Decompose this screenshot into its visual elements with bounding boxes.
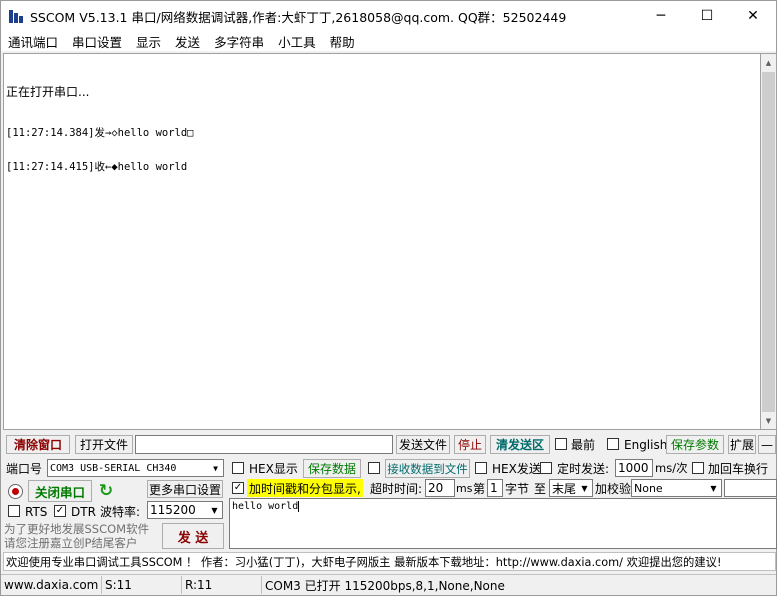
- timeout-input[interactable]: 20: [425, 479, 455, 497]
- port-select[interactable]: COM3 USB-SERIAL CH340 ▼: [47, 459, 224, 477]
- timestamp-label: 加时间戳和分包显示,: [247, 479, 363, 497]
- maximize-button[interactable]: ☐: [684, 1, 730, 31]
- menu-multi-string[interactable]: 多字符串: [207, 32, 271, 51]
- collapse-button[interactable]: —: [758, 435, 776, 454]
- scroll-thumb[interactable]: [762, 72, 775, 412]
- status-port: COM3 已打开 115200bps,8,1,None,None: [265, 578, 505, 593]
- send-button[interactable]: 发 送: [162, 523, 224, 549]
- recv-to-file-checkbox[interactable]: [368, 462, 380, 474]
- receive-scrollbar[interactable]: ▲ ▼: [760, 53, 777, 430]
- baud-select-value: 115200: [150, 503, 196, 517]
- timeout-label: 超时时间:: [370, 481, 423, 496]
- hex-display-checkbox[interactable]: [232, 462, 244, 474]
- more-settings-button[interactable]: 更多串口设置: [147, 480, 223, 498]
- port-select-value: COM3 USB-SERIAL CH340: [50, 462, 177, 474]
- interval-unit: ms/次: [655, 461, 688, 475]
- hex-send-label: HEX发送: [492, 461, 541, 476]
- scroll-up-icon[interactable]: ▲: [761, 54, 776, 71]
- receive-status: 正在打开串口...: [6, 85, 90, 99]
- receive-area[interactable]: 正在打开串口... [11:27:14.384]发→◇hello world□ …: [3, 53, 760, 430]
- chevron-down-icon[interactable]: ▼: [706, 480, 721, 496]
- send-file-button[interactable]: 发送文件: [396, 435, 450, 454]
- hex-send-checkbox[interactable]: [475, 462, 487, 474]
- menu-tools[interactable]: 小工具: [271, 32, 323, 51]
- menu-bar: 通讯端口 串口设置 显示 发送 多字符串 小工具 帮助: [1, 31, 776, 51]
- recv-to-file-button[interactable]: 接收数据到文件: [385, 459, 470, 478]
- end-select[interactable]: 末尾 ▼: [549, 479, 593, 497]
- stop-button[interactable]: 停止: [454, 435, 486, 454]
- hex-display-label: HEX显示: [249, 461, 298, 476]
- end-select-value: 末尾: [552, 481, 577, 496]
- checksum-select[interactable]: None ▼: [631, 479, 722, 497]
- save-data-button[interactable]: 保存数据: [303, 459, 361, 478]
- info-banner-text: 欢迎使用专业串口调试工具SSCOM ！ 作者：习小猛(丁丁)，大虾电子网版主 最…: [6, 555, 722, 569]
- receive-line: [11:27:14.384]发→◇hello world□: [6, 126, 194, 139]
- close-button[interactable]: ✕: [730, 1, 776, 31]
- menu-port[interactable]: 通讯端口: [1, 32, 65, 51]
- english-checkbox[interactable]: [607, 438, 619, 450]
- save-params-button[interactable]: 保存参数: [666, 435, 724, 454]
- clear-window-button[interactable]: 清除窗口: [6, 435, 70, 454]
- refresh-icon[interactable]: ↻: [97, 481, 115, 501]
- port-status-icon: [8, 484, 23, 499]
- timed-send-checkbox[interactable]: [540, 462, 552, 474]
- file-path-input[interactable]: [135, 435, 393, 454]
- close-port-button[interactable]: 关闭串口: [28, 480, 92, 502]
- baud-label: 波特率:: [100, 505, 141, 519]
- status-site[interactable]: www.daxia.com: [1, 576, 102, 594]
- byte-label: 字节: [505, 481, 530, 496]
- menu-help[interactable]: 帮助: [323, 32, 362, 51]
- dtr-checkbox[interactable]: ✓: [54, 505, 66, 517]
- expand-button[interactable]: 扩展: [728, 435, 756, 454]
- scroll-down-icon[interactable]: ▼: [761, 412, 776, 429]
- topmost-checkbox[interactable]: [555, 438, 567, 450]
- timestamp-checkbox[interactable]: ✓: [232, 482, 244, 494]
- status-received: R:11: [182, 576, 262, 594]
- timed-send-label: 定时发送:: [557, 461, 610, 476]
- minimize-button[interactable]: ─: [638, 1, 684, 31]
- topmost-label: 最前: [571, 438, 596, 452]
- interval-input[interactable]: 1000: [615, 459, 653, 477]
- rts-label: RTS: [25, 504, 48, 519]
- english-label: English: [624, 437, 668, 452]
- window-title: SSCOM V5.13.1 串口/网络数据调试器,作者:大虾丁丁,2618058…: [30, 9, 567, 25]
- to-label: 至: [534, 481, 547, 496]
- nth-input[interactable]: 1: [487, 479, 503, 497]
- open-file-button[interactable]: 打开文件: [75, 435, 133, 454]
- app-icon: [8, 8, 24, 24]
- nth-label: 第: [473, 481, 486, 496]
- timeout-unit: ms: [456, 481, 473, 495]
- promo-line-2: 请您注册嘉立创P结尾客户: [4, 536, 138, 550]
- send-textarea[interactable]: hello world: [229, 498, 777, 549]
- rts-checkbox[interactable]: [8, 505, 20, 517]
- menu-display[interactable]: 显示: [129, 32, 168, 51]
- title-bar: SSCOM V5.13.1 串口/网络数据调试器,作者:大虾丁丁,2618058…: [1, 1, 776, 31]
- status-bar: www.daxia.com S:11 R:11 COM3 已打开 115200b…: [1, 574, 776, 595]
- add-crlf-label: 加回车换行: [708, 461, 769, 476]
- chevron-down-icon[interactable]: ▼: [208, 460, 223, 476]
- clear-send-button[interactable]: 清发送区: [490, 435, 550, 454]
- status-sent: S:11: [102, 576, 182, 594]
- promo-line-1: 为了更好地发展SSCOM软件: [4, 522, 150, 536]
- baud-select[interactable]: 115200 ▼: [147, 501, 223, 519]
- checksum-select-value: None: [634, 481, 663, 495]
- menu-send[interactable]: 发送: [168, 32, 207, 51]
- checksum-label: 加校验: [595, 481, 632, 496]
- chevron-down-icon[interactable]: ▼: [577, 480, 592, 496]
- info-banner: 欢迎使用专业串口调试工具SSCOM ！ 作者：习小猛(丁丁)，大虾电子网版主 最…: [3, 552, 776, 571]
- receive-line: [11:27:14.415]收←◆hello world: [6, 161, 188, 173]
- port-label: 端口号: [6, 461, 43, 476]
- app-window: SSCOM V5.13.1 串口/网络数据调试器,作者:大虾丁丁,2618058…: [0, 0, 777, 596]
- send-text: hello world: [232, 501, 299, 512]
- extra-input[interactable]: [724, 479, 777, 497]
- menu-serial-settings[interactable]: 串口设置: [65, 32, 129, 51]
- dtr-label: DTR: [71, 504, 96, 519]
- chevron-down-icon[interactable]: ▼: [207, 502, 222, 518]
- add-crlf-checkbox[interactable]: [692, 462, 704, 474]
